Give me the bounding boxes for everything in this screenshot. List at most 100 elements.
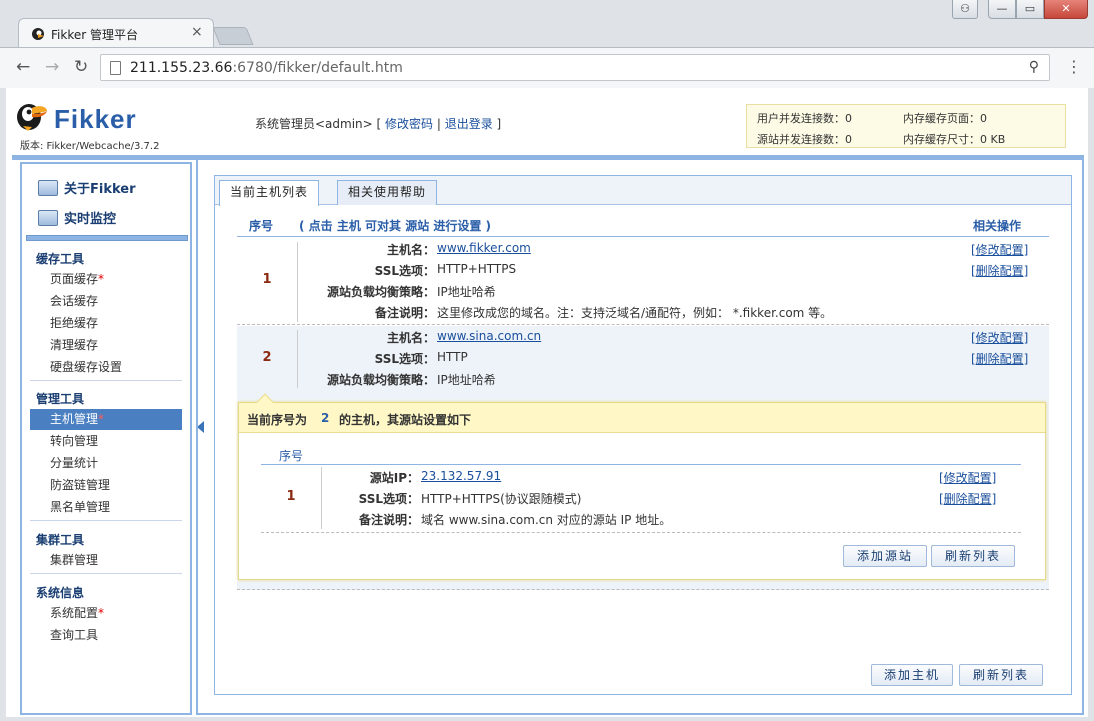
origin-title-prefix: 当前序号为 [247, 413, 308, 427]
col-description: ( 点击 主机 可对其 源站 进行设置 ) [299, 219, 492, 233]
logout-link[interactable]: 退出登录 [445, 117, 493, 131]
delete-config-link[interactable]: [删除配置] [971, 262, 1028, 279]
origin-ip-link[interactable]: 23.132.57.91 [421, 469, 501, 483]
sidebar-item-label: 防盗链管理 [50, 478, 111, 492]
hostname-link[interactable]: www.sina.com.cn [437, 329, 541, 343]
user-bar-separator: | [433, 117, 445, 131]
group-manage-tools: 管理工具 [36, 392, 85, 406]
refresh-host-list-button[interactable]: 刷新列表 [959, 664, 1043, 686]
edit-config-link[interactable]: [修改配置] [971, 329, 1028, 346]
sidebar-item-label: 清理缓存 [50, 338, 99, 352]
tab-host-list[interactable]: 当前主机列表 [219, 180, 320, 206]
row-divider [297, 242, 298, 322]
window-border-right [1088, 88, 1094, 721]
forward-arrow-icon[interactable]: → [45, 57, 59, 77]
key-icon[interactable]: ⚲ [1029, 59, 1039, 75]
tab-title: Fikker 管理平台 [51, 28, 138, 42]
table-row[interactable]: 1 主机名： www.fikker.com SSL选项： HTTP+HTTPS … [237, 238, 1049, 325]
maximize-button[interactable]: ▭ [1016, 0, 1044, 19]
page-header: Fikker 版本: Fikker/Webcache/3.7.2 系统管理员<a… [6, 88, 1088, 154]
sidebar-item-blacklist-manage[interactable]: 黑名单管理 [30, 497, 182, 518]
sidebar-item-about[interactable]: 关于Fikker [38, 178, 136, 197]
profile-button[interactable]: ⚇ [952, 0, 978, 19]
version-text: 版本: Fikker/Webcache/3.7.2 [20, 141, 160, 152]
origin-edit-config-link[interactable]: [修改配置] [939, 469, 996, 486]
sidebar-item-label: 实时监控 [64, 212, 117, 227]
new-tab-button[interactable] [212, 27, 254, 45]
required-star: * [98, 412, 105, 426]
browser-tab[interactable]: Fikker 管理平台 × [18, 18, 214, 47]
close-window-button[interactable]: ✕ [1044, 0, 1088, 19]
sidebar-item-host-manage[interactable]: 主机管理* [30, 409, 182, 430]
sidebar-item-query-tools[interactable]: 查询工具 [30, 625, 182, 646]
brand-name: Fikker [54, 104, 137, 134]
sidebar-separator [30, 520, 182, 521]
about-icon [38, 180, 58, 196]
row-divider [321, 467, 322, 529]
origin-row[interactable]: 1 源站IP： 23.132.57.91 SSL选项： HTTP+HTTPS(协… [261, 465, 1021, 533]
fikker-favicon-icon [32, 28, 44, 40]
origin-delete-config-link[interactable]: [删除配置] [939, 490, 996, 507]
host-index: 2 [262, 350, 272, 365]
sidebar-item-clear-cache[interactable]: 清理缓存 [30, 335, 182, 356]
user-connections-stat: 用户并发连接数：0 [757, 112, 852, 125]
browser-menu-icon[interactable]: ⋮ [1066, 57, 1082, 76]
address-bar[interactable]: 211.155.23.66:6780/fikker/default.htm ⚲ [100, 54, 1050, 81]
origin-title-suffix: 的主机，其源站设置如下 [339, 413, 472, 427]
delete-config-link[interactable]: [删除配置] [971, 350, 1028, 367]
sidebar-separator [30, 573, 182, 574]
url-path: :6780/fikker/default.htm [232, 60, 403, 76]
hostname-link[interactable]: www.fikker.com [437, 241, 531, 255]
row-divider [297, 330, 298, 388]
fikker-page: Fikker 版本: Fikker/Webcache/3.7.2 系统管理员<a… [6, 88, 1088, 721]
sidebar-item-monitor[interactable]: 实时监控 [38, 208, 116, 227]
add-origin-button[interactable]: 添加源站 [843, 545, 927, 567]
user-bar-close: ] [492, 117, 502, 131]
sidebar-item-page-cache[interactable]: 页面缓存* [30, 269, 182, 290]
stats-box: 用户并发连接数：0 内存缓存页面：0 源站并发连接数：0 内存缓存尺寸：0 KB [746, 104, 1066, 148]
change-password-link[interactable]: 修改密码 [385, 117, 433, 131]
sidebar-item-redirect-manage[interactable]: 转向管理 [30, 431, 182, 452]
origin-col-index: 序号 [279, 449, 304, 463]
origin-popup-header: 当前序号为 2 的主机，其源站设置如下 [239, 403, 1045, 433]
sidebar-item-label: 查询工具 [50, 628, 99, 642]
toucan-logo-icon [17, 104, 47, 131]
add-host-button[interactable]: 添加主机 [871, 664, 953, 686]
sidebar-item-system-config[interactable]: 系统配置* [30, 603, 182, 624]
sidebar-item-disk-cache[interactable]: 硬盘缓存设置 [30, 357, 182, 378]
memory-size-stat: 内存缓存尺寸：0 KB [903, 133, 1006, 146]
edit-config-link[interactable]: [修改配置] [971, 241, 1028, 258]
sidebar-item-label: 分量统计 [50, 456, 99, 470]
sidebar-item-label: 页面缓存 [50, 272, 99, 286]
sidebar-item-traffic-stats[interactable]: 分量统计 [30, 453, 182, 474]
window-controls: ⚇ — ▭ ✕ [952, 0, 1088, 20]
tab-close-icon[interactable]: × [191, 24, 203, 40]
minimize-button[interactable]: — [988, 0, 1016, 19]
browser-chrome: Fikker 管理平台 × ⚇ — ▭ ✕ ← → ↻ 211.155.23.6… [0, 0, 1094, 88]
sidebar-item-label: 黑名单管理 [50, 500, 111, 514]
sidebar-item-deny-cache[interactable]: 拒绝缓存 [30, 313, 182, 334]
host-index: 1 [262, 272, 272, 287]
col-operations: 相关操作 [973, 219, 1022, 233]
origin-index: 1 [286, 489, 296, 504]
origin-connections-stat: 源站并发连接数：0 [757, 133, 852, 146]
reload-icon[interactable]: ↻ [74, 57, 88, 77]
url-text: 211.155.23.66:6780/fikker/default.htm [130, 60, 403, 76]
tab-help[interactable]: 相关使用帮助 [337, 180, 438, 205]
group-cache-tools: 缓存工具 [36, 252, 85, 266]
sidebar-item-label: 拒绝缓存 [50, 316, 99, 330]
sidebar-item-hotlink-manage[interactable]: 防盗链管理 [30, 475, 182, 496]
host-table-header: 序号 ( 点击 主机 可对其 源站 进行设置 ) 相关操作 [237, 214, 1049, 237]
content-area: 当前主机列表 相关使用帮助 序号 ( 点击 主机 可对其 源站 进行设置 ) 相… [196, 160, 1084, 715]
group-system-info: 系统信息 [36, 586, 85, 600]
sidebar-item-cluster-manage[interactable]: 集群管理 [30, 550, 182, 571]
sidebar-item-label: 会话缓存 [50, 294, 99, 308]
sidebar-item-session-cache[interactable]: 会话缓存 [30, 291, 182, 312]
sidebar-item-label: 主机管理 [50, 412, 99, 426]
panel-tabs: 当前主机列表 相关使用帮助 [215, 176, 1071, 206]
col-index: 序号 [249, 219, 274, 233]
page-info-icon[interactable] [110, 61, 121, 75]
back-arrow-icon[interactable]: ← [16, 57, 30, 77]
origin-title-index: 2 [321, 411, 330, 425]
refresh-origin-list-button[interactable]: 刷新列表 [931, 545, 1015, 567]
